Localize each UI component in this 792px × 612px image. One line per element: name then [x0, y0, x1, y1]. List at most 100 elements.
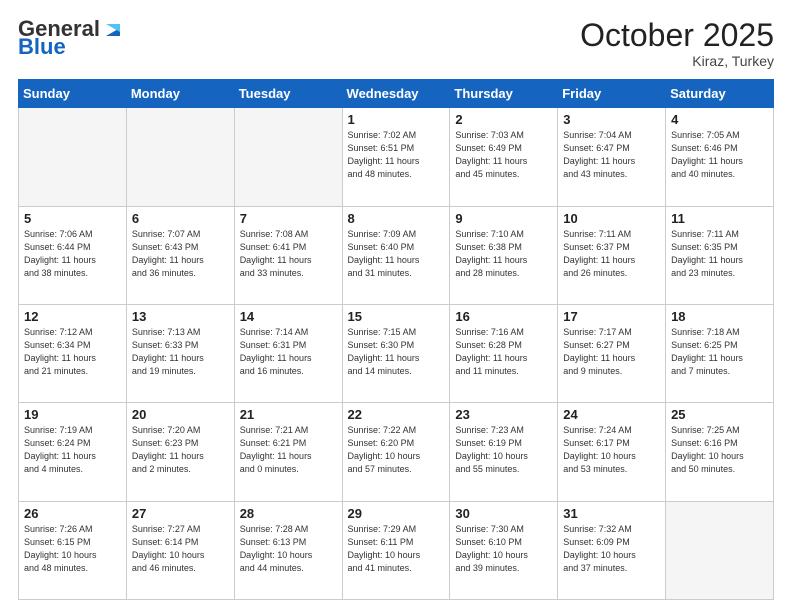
day-number: 22 — [348, 407, 445, 422]
calendar-cell: 31 Sunrise: 7:32 AMSunset: 6:09 PMDayligh… — [558, 501, 666, 599]
location: Kiraz, Turkey — [580, 53, 774, 69]
day-info: Sunrise: 7:21 AMSunset: 6:21 PMDaylight:… — [240, 424, 337, 476]
header: General Blue October 2025 Kiraz, Turkey — [18, 18, 774, 69]
calendar-cell: 27Sunrise: 7:27 AMSunset: 6:14 PMDayligh… — [126, 501, 234, 599]
day-info: Sunrise: 7:15 AMSunset: 6:30 PMDaylight:… — [348, 326, 445, 378]
day-info: Sunrise: 7:20 AMSunset: 6:23 PMDaylight:… — [132, 424, 229, 476]
calendar-cell: 26 Sunrise: 7:26 AMSunset: 6:15 PMDayligh… — [19, 501, 127, 599]
col-header-tuesday: Tuesday — [234, 80, 342, 108]
day-number: 26 — [24, 506, 121, 521]
calendar-cell: 17 Sunrise: 7:17 AMSunset: 6:27 PMDayligh… — [558, 304, 666, 402]
calendar-cell: 1 Sunrise: 7:02 AMSunset: 6:51 PMDaylight… — [342, 108, 450, 206]
calendar-header-row: SundayMondayTuesdayWednesdayThursdayFrid… — [19, 80, 774, 108]
day-number: 1 — [348, 112, 445, 127]
calendar-cell: 16 Sunrise: 7:16 AMSunset: 6:28 PMDayligh… — [450, 304, 558, 402]
day-number: 20 — [132, 407, 229, 422]
day-number: 15 — [348, 309, 445, 324]
day-number: 28 — [240, 506, 337, 521]
day-info: Sunrise: 7:03 AMSunset: 6:49 PMDaylight:… — [455, 129, 552, 181]
day-number: 25 — [671, 407, 768, 422]
calendar-cell: 18 Sunrise: 7:18 AMSunset: 6:25 PMDayligh… — [666, 304, 774, 402]
page: General Blue October 2025 Kiraz, Turkey … — [0, 0, 792, 612]
day-number: 9 — [455, 211, 552, 226]
calendar-cell: 10 Sunrise: 7:11 AMSunset: 6:37 PMDayligh… — [558, 206, 666, 304]
day-number: 2 — [455, 112, 552, 127]
day-number: 19 — [24, 407, 121, 422]
day-number: 30 — [455, 506, 552, 521]
calendar-cell: 29Sunrise: 7:29 AMSunset: 6:11 PMDayligh… — [342, 501, 450, 599]
day-number: 12 — [24, 309, 121, 324]
day-info: Sunrise: 7:22 AMSunset: 6:20 PMDaylight:… — [348, 424, 445, 476]
col-header-monday: Monday — [126, 80, 234, 108]
day-info: Sunrise: 7:16 AMSunset: 6:28 PMDaylight:… — [455, 326, 552, 378]
day-number: 31 — [563, 506, 660, 521]
day-info: Sunrise: 7:18 AMSunset: 6:25 PMDaylight:… — [671, 326, 768, 378]
logo-triangle-icon — [102, 18, 124, 40]
day-info: Sunrise: 7:28 AMSunset: 6:13 PMDaylight:… — [240, 523, 337, 575]
calendar-cell: 28 Sunrise: 7:28 AMSunset: 6:13 PMDayligh… — [234, 501, 342, 599]
calendar-cell: 24 Sunrise: 7:24 AMSunset: 6:17 PMDayligh… — [558, 403, 666, 501]
day-number: 14 — [240, 309, 337, 324]
day-info: Sunrise: 7:32 AMSunset: 6:09 PMDaylight:… — [563, 523, 660, 575]
day-info: Sunrise: 7:25 AMSunset: 6:16 PMDaylight:… — [671, 424, 768, 476]
title-block: October 2025 Kiraz, Turkey — [580, 18, 774, 69]
day-info: Sunrise: 7:29 AMSunset: 6:11 PMDaylight:… — [348, 523, 445, 575]
day-number: 18 — [671, 309, 768, 324]
day-info: Sunrise: 7:06 AMSunset: 6:44 PMDaylight:… — [24, 228, 121, 280]
calendar-cell: 13Sunrise: 7:13 AMSunset: 6:33 PMDayligh… — [126, 304, 234, 402]
day-info: Sunrise: 7:19 AMSunset: 6:24 PMDaylight:… — [24, 424, 121, 476]
day-number: 24 — [563, 407, 660, 422]
calendar-cell: 15 Sunrise: 7:15 AMSunset: 6:30 PMDayligh… — [342, 304, 450, 402]
day-info: Sunrise: 7:12 AMSunset: 6:34 PMDaylight:… — [24, 326, 121, 378]
day-info: Sunrise: 7:05 AMSunset: 6:46 PMDaylight:… — [671, 129, 768, 181]
calendar-cell: 23Sunrise: 7:23 AMSunset: 6:19 PMDayligh… — [450, 403, 558, 501]
calendar-week-5: 26 Sunrise: 7:26 AMSunset: 6:15 PMDayligh… — [19, 501, 774, 599]
day-number: 23 — [455, 407, 552, 422]
day-info: Sunrise: 7:30 AMSunset: 6:10 PMDaylight:… — [455, 523, 552, 575]
calendar-cell: 4 Sunrise: 7:05 AMSunset: 6:46 PMDaylight… — [666, 108, 774, 206]
calendar-week-2: 5 Sunrise: 7:06 AMSunset: 6:44 PMDaylight… — [19, 206, 774, 304]
day-number: 10 — [563, 211, 660, 226]
day-number: 3 — [563, 112, 660, 127]
day-number: 4 — [671, 112, 768, 127]
day-info: Sunrise: 7:17 AMSunset: 6:27 PMDaylight:… — [563, 326, 660, 378]
calendar-cell: 11 Sunrise: 7:11 AMSunset: 6:35 PMDayligh… — [666, 206, 774, 304]
calendar-cell: 9Sunrise: 7:10 AMSunset: 6:38 PMDaylight… — [450, 206, 558, 304]
logo: General Blue — [18, 18, 124, 58]
calendar-cell: 22 Sunrise: 7:22 AMSunset: 6:20 PMDayligh… — [342, 403, 450, 501]
calendar-table: SundayMondayTuesdayWednesdayThursdayFrid… — [18, 79, 774, 600]
col-header-friday: Friday — [558, 80, 666, 108]
month-title: October 2025 — [580, 18, 774, 53]
calendar-cell: 2 Sunrise: 7:03 AMSunset: 6:49 PMDaylight… — [450, 108, 558, 206]
calendar-cell: 19 Sunrise: 7:19 AMSunset: 6:24 PMDayligh… — [19, 403, 127, 501]
day-info: Sunrise: 7:11 AMSunset: 6:35 PMDaylight:… — [671, 228, 768, 280]
day-number: 5 — [24, 211, 121, 226]
calendar-cell: 20 Sunrise: 7:20 AMSunset: 6:23 PMDayligh… — [126, 403, 234, 501]
day-info: Sunrise: 7:26 AMSunset: 6:15 PMDaylight:… — [24, 523, 121, 575]
calendar-cell — [126, 108, 234, 206]
calendar-cell — [19, 108, 127, 206]
col-header-sunday: Sunday — [19, 80, 127, 108]
day-number: 7 — [240, 211, 337, 226]
col-header-wednesday: Wednesday — [342, 80, 450, 108]
col-header-saturday: Saturday — [666, 80, 774, 108]
calendar-week-4: 19 Sunrise: 7:19 AMSunset: 6:24 PMDayligh… — [19, 403, 774, 501]
day-info: Sunrise: 7:08 AMSunset: 6:41 PMDaylight:… — [240, 228, 337, 280]
day-number: 21 — [240, 407, 337, 422]
calendar-cell — [234, 108, 342, 206]
day-number: 16 — [455, 309, 552, 324]
day-info: Sunrise: 7:27 AMSunset: 6:14 PMDaylight:… — [132, 523, 229, 575]
day-info: Sunrise: 7:07 AMSunset: 6:43 PMDaylight:… — [132, 228, 229, 280]
day-number: 11 — [671, 211, 768, 226]
day-info: Sunrise: 7:04 AMSunset: 6:47 PMDaylight:… — [563, 129, 660, 181]
calendar-cell: 30 Sunrise: 7:30 AMSunset: 6:10 PMDayligh… — [450, 501, 558, 599]
day-number: 13 — [132, 309, 229, 324]
calendar-cell: 5 Sunrise: 7:06 AMSunset: 6:44 PMDaylight… — [19, 206, 127, 304]
calendar-cell: 3 Sunrise: 7:04 AMSunset: 6:47 PMDaylight… — [558, 108, 666, 206]
day-number: 17 — [563, 309, 660, 324]
day-info: Sunrise: 7:24 AMSunset: 6:17 PMDaylight:… — [563, 424, 660, 476]
calendar-cell: 7 Sunrise: 7:08 AMSunset: 6:41 PMDaylight… — [234, 206, 342, 304]
day-info: Sunrise: 7:11 AMSunset: 6:37 PMDaylight:… — [563, 228, 660, 280]
day-info: Sunrise: 7:09 AMSunset: 6:40 PMDaylight:… — [348, 228, 445, 280]
day-info: Sunrise: 7:02 AMSunset: 6:51 PMDaylight:… — [348, 129, 445, 181]
